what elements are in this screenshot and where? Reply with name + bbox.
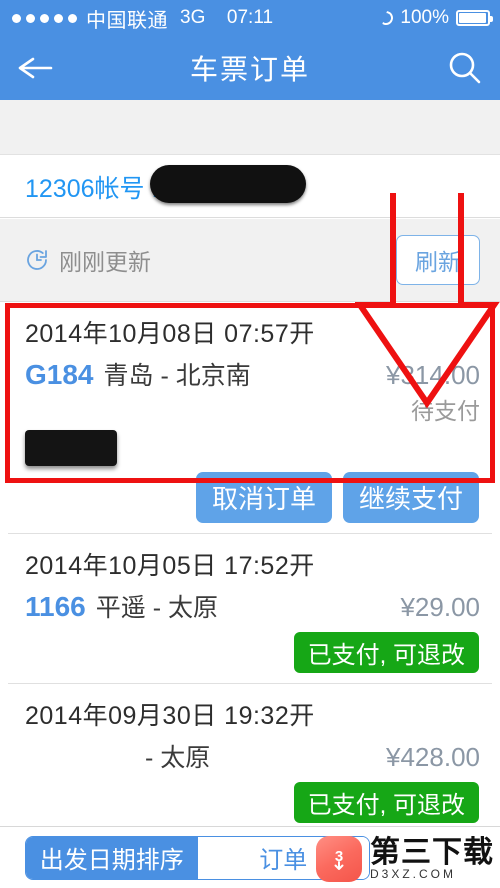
status-badge: 已支付, 可退改 [293,782,479,823]
order-route: 青岛 - 北京南 [103,362,251,390]
refresh-button[interactable]: 刷新 [396,235,480,285]
order-item-paid-2[interactable]: 2014年09月30日 19:32开 - 太原 ¥428.00 已支付, 可退改 [8,684,492,834]
order-departure-datetime: 2014年09月30日 19:32开 [25,702,315,730]
train-number: 1166 [25,591,86,622]
continue-pay-button[interactable]: 继续支付 [342,472,479,523]
account-label: 12306帐号 : [25,174,159,203]
status-bar: 中国联通 3G 07:11 100% [0,0,500,36]
clock-label: 07:11 [226,7,274,28]
order-departure-datetime: 2014年10月08日 07:57开 [25,320,315,348]
watermark-subtitle: D3XZ.COM [370,867,457,882]
watermark-title: 第三下载 [370,835,494,869]
order-item-pending[interactable]: 2014年10月08日 07:57开 G184 青岛 - 北京南 ¥314.00… [8,302,492,534]
cancel-order-button[interactable]: 取消订单 [195,472,332,523]
order-price: ¥314.00 [386,360,480,390]
order-status-text: 待支付 [411,398,480,424]
order-departure-datetime: 2014年10月05日 17:52开 [25,552,315,580]
download-arrow-icon: 3 [334,848,344,870]
phone-screen: 中国联通 3G 07:11 100% 车票订单 12306帐号 : 刚刚更新 刷… [0,0,500,888]
clock-icon [27,250,47,270]
moon-icon [379,11,393,25]
order-price: ¥428.00 [386,742,480,772]
passenger-name-redacted [25,430,117,466]
site-watermark: 3 第三下载 D3XZ.COM [316,836,494,882]
account-value-redacted [150,165,306,203]
order-price: ¥29.00 [400,592,480,622]
order-item-paid-1[interactable]: 2014年10月05日 17:52开 1166 平遥 - 太原 ¥29.00 已… [8,534,492,684]
refresh-row: 刚刚更新 刷新 [0,219,500,302]
page-title: 车票订单 [189,54,310,85]
last-updated-label: 刚刚更新 [59,249,151,275]
train-number: G184 [25,359,94,390]
battery-icon [456,10,493,26]
status-badge: 已支付, 可退改 [293,632,479,673]
order-route: - 太原 [145,744,211,772]
content-spacer [0,100,500,155]
navigation-bar: 车票订单 [0,36,500,100]
order-route: 平遥 - 太原 [95,594,218,622]
order-list: 2014年10月08日 07:57开 G184 青岛 - 北京南 ¥314.00… [0,302,500,888]
watermark-logo-icon: 3 [316,836,362,882]
segment-sort-by-departure[interactable]: 出发日期排序 [26,836,198,879]
account-row[interactable]: 12306帐号 : [0,156,500,218]
